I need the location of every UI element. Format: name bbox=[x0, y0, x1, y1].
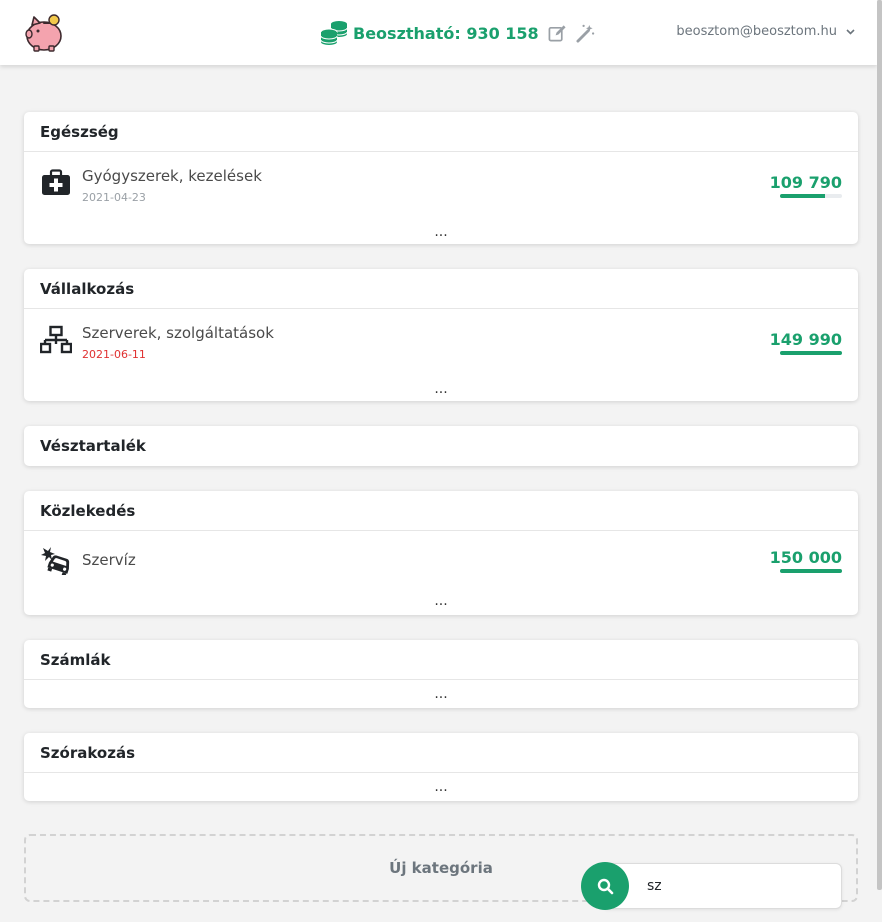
category-card-vesztartalek: Vésztartalék bbox=[24, 426, 858, 466]
chevron-down-icon bbox=[846, 28, 855, 35]
progress-fill bbox=[780, 351, 842, 355]
category-title[interactable]: Vésztartalék bbox=[24, 426, 858, 466]
magic-wand-icon[interactable] bbox=[576, 24, 595, 43]
category-title[interactable]: Egészség bbox=[24, 112, 858, 152]
category-title[interactable]: Szórakozás bbox=[24, 733, 858, 773]
progress-bar bbox=[780, 351, 842, 355]
budget-summary: Beosztható: 930 158 bbox=[320, 19, 595, 47]
show-more-button[interactable]: ... bbox=[24, 773, 858, 801]
item-date: 2021-06-11 bbox=[82, 348, 146, 361]
list-item[interactable]: Gyógyszerek, kezelések 2021-04-23 109 79… bbox=[24, 152, 858, 218]
top-bar: Beosztható: 930 158 beosztom@beosztom.hu bbox=[0, 0, 877, 65]
category-title[interactable]: Számlák bbox=[24, 640, 858, 680]
item-amount: 109 790 bbox=[769, 173, 842, 192]
category-card-vallalkozas: Vállalkozás Szerverek, szolgáltatások 20… bbox=[24, 269, 858, 401]
progress-fill bbox=[780, 194, 826, 198]
category-title[interactable]: Közlekedés bbox=[24, 491, 858, 531]
piggy-bank-logo[interactable] bbox=[24, 12, 64, 52]
scrollbar[interactable] bbox=[877, 0, 882, 890]
category-card-szamlak: Számlák ... bbox=[24, 640, 858, 708]
list-item[interactable]: Szervíz 150 000 bbox=[24, 531, 858, 587]
show-more-button[interactable]: ... bbox=[24, 680, 858, 708]
show-more-button[interactable]: ... bbox=[24, 587, 858, 615]
category-title[interactable]: Vállalkozás bbox=[24, 269, 858, 309]
item-name: Gyógyszerek, kezelések bbox=[82, 167, 262, 185]
coins-icon bbox=[320, 21, 348, 45]
network-icon bbox=[40, 325, 72, 354]
user-menu[interactable]: beosztom@beosztom.hu bbox=[676, 24, 855, 39]
budget-label: Beosztható: 930 158 bbox=[353, 23, 539, 43]
progress-bar bbox=[780, 194, 842, 198]
search-input[interactable] bbox=[605, 863, 842, 909]
search-box bbox=[581, 862, 843, 910]
show-more-button[interactable]: ... bbox=[24, 375, 858, 401]
progress-fill bbox=[780, 569, 842, 573]
category-card-szorakozas: Szórakozás ... bbox=[24, 733, 858, 801]
category-card-egeszseg: Egészség Gyógyszerek, kezelések 2021-04-… bbox=[24, 112, 858, 244]
show-more-button[interactable]: ... bbox=[24, 218, 858, 244]
item-amount: 149 990 bbox=[769, 330, 842, 349]
search-icon bbox=[597, 878, 613, 894]
first-aid-kit-icon bbox=[42, 169, 70, 195]
item-amount: 150 000 bbox=[769, 548, 842, 567]
edit-icon[interactable] bbox=[548, 24, 567, 43]
category-card-kozlekedes: Közlekedés Szervíz 150 000 ... bbox=[24, 491, 858, 615]
item-name: Szerverek, szolgáltatások bbox=[82, 324, 274, 342]
search-button[interactable] bbox=[581, 862, 629, 910]
list-item[interactable]: Szerverek, szolgáltatások 2021-06-11 149… bbox=[24, 309, 858, 375]
progress-bar bbox=[780, 569, 842, 573]
user-email: beosztom@beosztom.hu bbox=[676, 24, 837, 39]
item-date: 2021-04-23 bbox=[82, 191, 146, 204]
item-name: Szervíz bbox=[82, 551, 136, 569]
car-crash-icon bbox=[41, 547, 70, 575]
